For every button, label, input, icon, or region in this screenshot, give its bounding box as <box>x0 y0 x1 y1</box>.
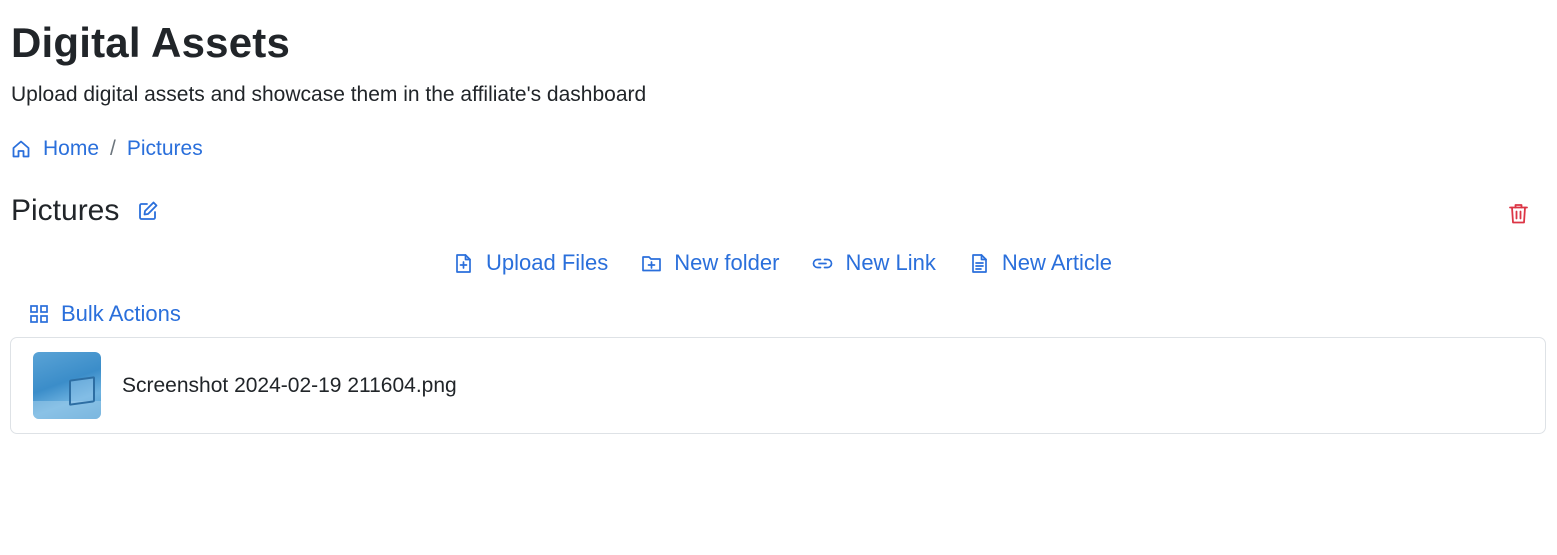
delete-folder-button[interactable] <box>1507 202 1530 225</box>
file-plus-icon <box>453 253 474 274</box>
breadcrumb-separator: / <box>110 137 116 160</box>
link-icon <box>812 253 833 274</box>
new-folder-button[interactable]: New folder <box>641 250 779 276</box>
breadcrumb-pictures-link[interactable]: Pictures <box>127 137 203 161</box>
image-thumbnail <box>33 352 101 419</box>
new-article-button[interactable]: New Article <box>969 250 1112 276</box>
bulk-actions-button[interactable]: Bulk Actions <box>29 300 181 328</box>
file-name: Screenshot 2024-02-19 211604.png <box>122 373 457 397</box>
file-list: Screenshot 2024-02-19 211604.png <box>10 337 1546 434</box>
page-title: Digital Assets <box>11 19 290 66</box>
new-link-button[interactable]: New Link <box>812 250 936 276</box>
folder-plus-icon <box>641 253 662 274</box>
home-icon[interactable] <box>11 139 31 159</box>
new-folder-label: New folder <box>674 250 780 275</box>
list-item[interactable]: Screenshot 2024-02-19 211604.png <box>11 338 1545 433</box>
bulk-actions-label: Bulk Actions <box>61 301 181 326</box>
new-link-label: New Link <box>845 250 936 275</box>
document-icon <box>969 253 990 274</box>
new-article-label: New Article <box>1001 250 1112 275</box>
page-subtitle: Upload digital assets and showcase them … <box>11 83 647 106</box>
grid-icon <box>29 304 49 324</box>
breadcrumb: Home / Pictures <box>11 135 203 163</box>
asset-actions-toolbar: Upload Files New folder New Link New Art… <box>453 249 1112 277</box>
digital-assets-page: Digital Assets Upload digital assets and… <box>0 0 1557 555</box>
folder-header: Pictures <box>11 192 159 230</box>
folder-name: Pictures <box>11 194 120 227</box>
breadcrumb-home-link[interactable]: Home <box>43 137 99 161</box>
upload-files-label: Upload Files <box>486 250 609 275</box>
trash-icon <box>1509 204 1528 224</box>
upload-files-button[interactable]: Upload Files <box>453 250 608 276</box>
edit-icon[interactable] <box>137 200 159 222</box>
